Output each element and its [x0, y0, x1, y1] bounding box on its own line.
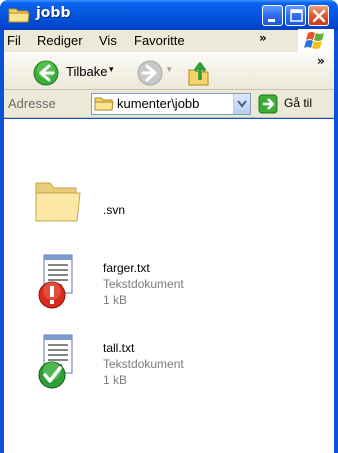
back-button[interactable]: [32, 59, 60, 87]
toolbar-overflow-chevron[interactable]: »: [317, 54, 325, 68]
list-item[interactable]: tall.txt Tekstdokument 1 kB: [4, 331, 334, 405]
up-folder-button[interactable]: [186, 58, 214, 88]
maximize-button[interactable]: [285, 5, 306, 26]
address-field[interactable]: kumenter\jobb: [91, 93, 251, 115]
menu-edit[interactable]: Rediger: [37, 33, 83, 48]
list-item[interactable]: farger.txt Tekstdokument 1 kB: [4, 251, 334, 325]
address-bar: Adresse kumenter\jobb Gå til: [4, 90, 334, 118]
close-button[interactable]: [308, 5, 329, 26]
file-size: 1 kB: [103, 293, 128, 307]
address-dropdown-button[interactable]: [233, 94, 250, 114]
back-arrow-icon: [33, 60, 59, 86]
file-list: .svn farger.txt Tekstdokument 1 kB tall.…: [4, 119, 334, 453]
file-type: Tekstdokument: [103, 277, 184, 291]
menu-favorites[interactable]: Favoritte: [134, 33, 185, 48]
menu-file[interactable]: Fil: [7, 33, 21, 48]
file-size: 1 kB: [103, 373, 128, 387]
file-name: .svn: [103, 203, 126, 217]
menu-bar: Fil Rediger Vis Favoritte »: [4, 29, 334, 53]
title-bar[interactable]: jobb: [0, 0, 338, 30]
explorer-window: jobb Fil Rediger Vis Favoritte » Tilbake…: [0, 0, 338, 453]
up-folder-icon: [188, 62, 209, 86]
go-label[interactable]: Gå til: [284, 96, 312, 110]
folder-icon: [32, 175, 84, 235]
minimize-icon: [268, 19, 275, 22]
address-label: Adresse: [8, 96, 56, 111]
chevron-down-icon: [237, 100, 247, 108]
menu-overflow-chevron[interactable]: »: [259, 31, 267, 45]
folder-icon: [8, 6, 30, 24]
window-title: jobb: [36, 5, 71, 21]
file-type: Tekstdokument: [103, 357, 184, 371]
forward-dropdown-icon[interactable]: ▾: [167, 65, 172, 75]
back-label[interactable]: Tilbake: [66, 64, 107, 79]
file-name: tall.txt: [103, 341, 135, 355]
maximize-icon: [290, 9, 303, 22]
folder-icon: [94, 96, 114, 112]
go-button[interactable]: [258, 94, 278, 114]
back-dropdown-icon[interactable]: ▾: [109, 65, 114, 75]
minimize-button[interactable]: [262, 5, 283, 26]
windows-logo-icon: [298, 29, 334, 53]
forward-arrow-icon: [137, 60, 163, 86]
text-file-conflict-icon: [32, 251, 84, 311]
menu-view[interactable]: Vis: [99, 33, 117, 48]
list-item[interactable]: .svn: [4, 181, 334, 255]
go-arrow-icon: [258, 94, 278, 114]
close-icon: [312, 9, 326, 23]
standard-toolbar: Tilbake ▾ ▾ »: [4, 52, 334, 90]
address-value[interactable]: kumenter\jobb: [117, 96, 199, 111]
forward-button[interactable]: [136, 59, 164, 87]
file-name: farger.txt: [103, 261, 150, 275]
text-file-normal-icon: [32, 331, 84, 391]
